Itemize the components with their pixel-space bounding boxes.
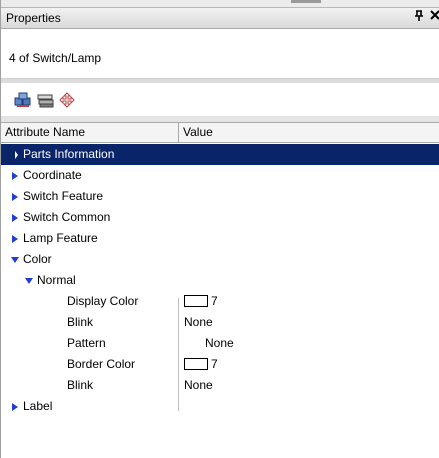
row-color[interactable]: Color — [1, 249, 439, 270]
row-label: Normal — [37, 273, 76, 287]
move-icon[interactable] — [58, 92, 75, 108]
row-label: Blink — [67, 378, 94, 392]
row-switch-common[interactable]: Switch Common — [1, 207, 439, 228]
row-lamp-feature[interactable]: Lamp Feature — [1, 228, 439, 249]
expand-arrow-icon[interactable] — [12, 214, 18, 222]
attribute-name-header[interactable]: Attribute Name — [1, 123, 178, 142]
properties-panel: Properties 4 of Switch/Lamp Attribute Na… — [0, 0, 439, 458]
row-label: Parts Information — [23, 147, 115, 161]
column-divider — [178, 298, 179, 411]
sort-list-icon[interactable] — [37, 92, 54, 108]
row-coordinate[interactable]: Coordinate — [1, 165, 439, 186]
expand-arrow-icon[interactable] — [12, 172, 18, 180]
selection-text: 4 of Switch/Lamp — [9, 51, 102, 65]
row-value[interactable]: None — [184, 312, 213, 333]
row-normal[interactable]: Normal — [1, 270, 439, 291]
color-swatch — [184, 357, 208, 370]
value-header[interactable]: Value — [179, 123, 439, 142]
row-blink[interactable]: Blink None — [1, 375, 439, 396]
row-label: Label — [23, 399, 53, 413]
expand-arrow-icon[interactable] — [12, 235, 18, 243]
row-label: Coordinate — [23, 168, 82, 182]
row-value[interactable]: None — [184, 375, 213, 396]
row-label-group[interactable]: Label — [1, 396, 439, 417]
row-label: Lamp Feature — [23, 231, 98, 245]
expand-arrow-icon[interactable] — [12, 193, 18, 201]
expand-arrow-icon[interactable] — [15, 151, 18, 159]
row-value[interactable]: 7 — [184, 354, 218, 375]
row-switch-feature[interactable]: Switch Feature — [1, 186, 439, 207]
group-parts-icon[interactable] — [14, 92, 31, 108]
collapse-arrow-icon[interactable] — [11, 257, 19, 263]
row-value[interactable]: 7 — [184, 291, 218, 312]
row-label: Color — [23, 252, 52, 266]
row-label: Display Color — [67, 294, 139, 308]
grid-header: Attribute Name Value — [1, 123, 439, 143]
row-blink[interactable]: Blink None — [1, 312, 439, 333]
row-label: Switch Feature — [23, 189, 104, 203]
separator — [1, 116, 439, 123]
expand-arrow-icon[interactable] — [12, 403, 18, 411]
row-label: Border Color — [67, 357, 136, 371]
color-swatch — [184, 294, 208, 307]
row-label: Pattern — [67, 336, 106, 350]
row-label: Blink — [67, 315, 94, 329]
top-strip — [1, 0, 439, 7]
panel-title-bar: Properties — [1, 7, 439, 29]
toolbar — [1, 83, 439, 116]
row-pattern[interactable]: Pattern None — [1, 333, 439, 354]
collapse-arrow-icon[interactable] — [25, 278, 33, 284]
top-strip-marker — [291, 0, 321, 3]
panel-title: Properties — [6, 11, 61, 25]
row-value[interactable]: None — [205, 333, 234, 354]
pin-icon[interactable] — [414, 10, 424, 25]
row-label: Switch Common — [23, 210, 111, 224]
selection-info: 4 of Switch/Lamp — [1, 29, 439, 79]
row-display-color[interactable]: Display Color 7 — [1, 291, 439, 312]
row-border-color[interactable]: Border Color 7 — [1, 354, 439, 375]
row-parts-information[interactable]: Parts Information — [1, 144, 439, 165]
close-icon[interactable] — [430, 9, 439, 24]
